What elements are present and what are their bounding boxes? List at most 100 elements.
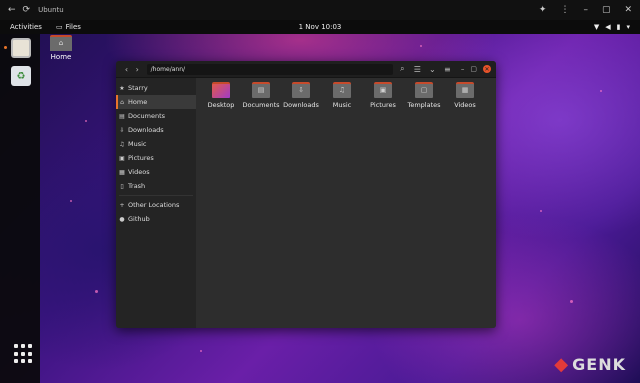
video-icon: ▦ <box>461 86 469 94</box>
sidebar-item-label: Documents <box>128 112 166 120</box>
watermark-text: GENK <box>572 355 626 374</box>
sidebar-item-documents[interactable]: ▤ Documents <box>116 109 196 123</box>
github-icon: ● <box>119 215 125 223</box>
sidebar-divider <box>119 195 193 196</box>
folder-pictures[interactable]: ▣ Pictures <box>363 82 403 109</box>
forward-button[interactable]: › <box>132 64 143 75</box>
folder-icon: ▭ <box>55 23 63 31</box>
folder-label: Desktop <box>207 101 235 109</box>
sidebar-item-videos[interactable]: ▦ Videos <box>116 165 196 179</box>
file-manager-header: ‹ › /home/ann/ ⌕ ☰ ⌄ ≡ – ▢ ✕ <box>116 61 496 78</box>
caret-down-icon: ▾ <box>626 23 630 31</box>
sidebar-item-home[interactable]: ⌂ Home <box>116 95 196 109</box>
sidebar-item-pictures[interactable]: ▣ Pictures <box>116 151 196 165</box>
desktop-home-label: Home <box>50 53 72 61</box>
sidebar-item-label: Music <box>128 140 147 148</box>
more-icon[interactable]: ⋮ <box>560 5 569 15</box>
sidebar-item-trash[interactable]: ▯ Trash <box>116 179 196 193</box>
running-indicator <box>4 46 7 49</box>
sidebar-item-other-locations[interactable]: + Other Locations <box>116 198 196 212</box>
refresh-icon[interactable]: ⟳ <box>23 5 31 15</box>
document-icon: ▤ <box>119 112 125 120</box>
app-menu[interactable]: ▭ Files <box>56 23 81 31</box>
outer-window-titlebar: ← ⟳ Ubuntu ✦ ⋮ – ▢ ✕ <box>0 0 640 20</box>
sidebar-item-label: Github <box>128 215 150 223</box>
close-icon[interactable]: ✕ <box>624 5 632 15</box>
search-icon[interactable]: ⌕ <box>397 64 408 75</box>
minimize-icon[interactable]: – <box>461 65 465 73</box>
sidebar-item-label: Videos <box>128 168 150 176</box>
activities-button[interactable]: Activities <box>10 23 42 31</box>
show-applications-icon[interactable] <box>14 344 34 364</box>
sidebar-item-downloads[interactable]: ⇩ Downloads <box>116 123 196 137</box>
sidebar-item-label: Starry <box>128 84 148 92</box>
close-icon[interactable]: ✕ <box>483 65 491 73</box>
file-view: Desktop ▤ Documents ⇩ Downloads ♫ Music … <box>196 78 496 328</box>
sidebar-item-label: Pictures <box>128 154 154 162</box>
sidebar-item-label: Home <box>128 98 148 106</box>
picture-icon: ▣ <box>379 86 387 94</box>
folder-label: Music <box>332 101 352 109</box>
download-icon: ⇩ <box>298 86 304 94</box>
outer-window-title: Ubuntu <box>38 6 64 14</box>
sidebar-item-starry[interactable]: ★ Starry <box>116 81 196 95</box>
folder-label: Downloads <box>283 101 319 109</box>
plus-icon: + <box>119 201 125 209</box>
volume-icon: ◀ <box>605 23 611 31</box>
wallpaper-speck <box>600 90 602 92</box>
wallpaper-speck <box>570 300 573 303</box>
document-icon: ▤ <box>257 86 265 94</box>
wallpaper-speck <box>70 200 72 202</box>
system-tray[interactable]: ▼ ◀ ▮ ▾ <box>594 23 630 31</box>
minimize-icon[interactable]: – <box>583 5 588 15</box>
music-icon: ♫ <box>119 140 125 148</box>
dock: ♻ <box>0 34 40 383</box>
maximize-icon[interactable]: ▢ <box>470 65 477 73</box>
back-arrow-icon[interactable]: ← <box>8 5 16 15</box>
folder-label: Templates <box>407 101 441 109</box>
folder-documents[interactable]: ▤ Documents <box>241 82 281 109</box>
sidebar-item-music[interactable]: ♫ Music <box>116 137 196 151</box>
file-manager-window: ‹ › /home/ann/ ⌕ ☰ ⌄ ≡ – ▢ ✕ ★ Starry ⌂ Ho… <box>116 61 496 328</box>
folder-downloads[interactable]: ⇩ Downloads <box>281 82 321 109</box>
wallpaper-speck <box>540 210 542 212</box>
files-app-icon[interactable] <box>11 38 31 58</box>
genk-logo-icon: ◆ <box>554 354 570 375</box>
star-icon: ★ <box>119 84 125 92</box>
menu-icon[interactable]: ≡ <box>442 64 453 75</box>
top-bar: Activities ▭ Files 1 Nov 10:03 ▼ ◀ ▮ ▾ <box>0 20 640 34</box>
download-icon: ⇩ <box>119 126 125 134</box>
folder-music[interactable]: ♫ Music <box>322 82 362 109</box>
wifi-icon: ▼ <box>593 23 600 31</box>
video-icon: ▦ <box>119 168 125 176</box>
sidebar-item-label: Trash <box>128 182 146 190</box>
desktop-home-icon[interactable]: ⌂ Home <box>48 35 74 61</box>
folder-label: Documents <box>242 101 280 109</box>
chevron-down-icon[interactable]: ⌄ <box>427 64 438 75</box>
view-list-icon[interactable]: ☰ <box>412 64 423 75</box>
maximize-icon[interactable]: ▢ <box>602 5 611 15</box>
sidebar-item-github[interactable]: ● Github <box>116 212 196 226</box>
clock[interactable]: 1 Nov 10:03 <box>299 23 342 31</box>
wallpaper-speck <box>85 120 87 122</box>
folder-desktop[interactable]: Desktop <box>201 82 241 109</box>
music-icon: ♫ <box>338 86 346 94</box>
location-bar[interactable]: /home/ann/ <box>146 63 393 75</box>
template-icon: ▢ <box>420 86 428 94</box>
folder-label: Pictures <box>370 101 396 109</box>
battery-icon: ▮ <box>616 23 621 31</box>
home-icon: ⌂ <box>58 39 64 47</box>
back-button[interactable]: ‹ <box>121 64 132 75</box>
sidebar: ★ Starry ⌂ Home ▤ Documents ⇩ Downloads ♫ Mus… <box>116 78 196 328</box>
folder-videos[interactable]: ▦ Videos <box>445 82 485 109</box>
pin-icon[interactable]: ✦ <box>539 5 547 15</box>
wallpaper-speck <box>420 45 422 47</box>
genk-watermark: ◆ GENK <box>554 354 626 375</box>
wallpaper-speck <box>95 290 98 293</box>
sidebar-item-label: Other Locations <box>128 201 180 209</box>
app-menu-label: Files <box>65 23 81 31</box>
home-icon: ⌂ <box>120 98 124 106</box>
folder-templates[interactable]: ▢ Templates <box>404 82 444 109</box>
trash-icon: ▯ <box>120 182 124 190</box>
trash-app-icon[interactable]: ♻ <box>11 66 31 86</box>
